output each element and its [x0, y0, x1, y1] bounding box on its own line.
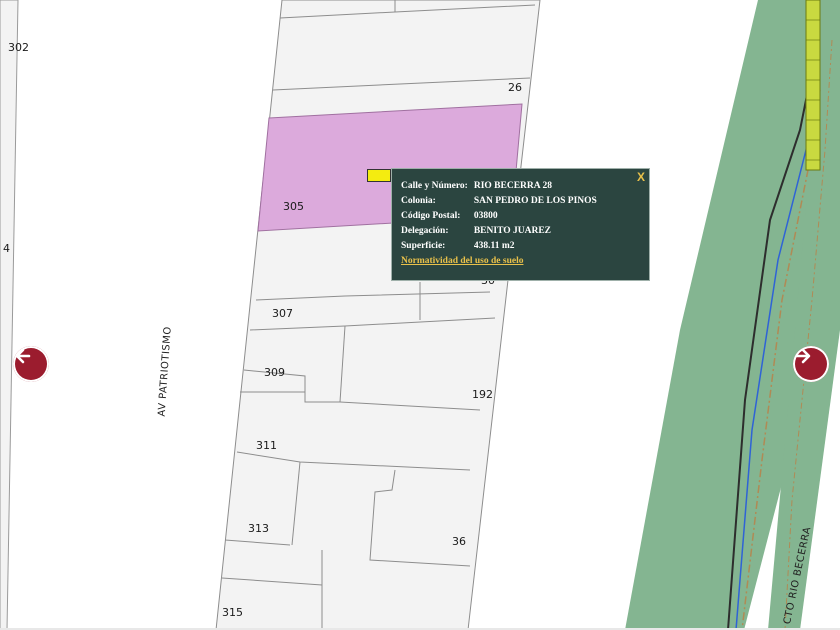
- info-row: Normatividad del uso de suelo: [401, 254, 597, 269]
- info-value: 03800: [473, 211, 498, 221]
- map-canvas[interactable]: 302 26 305 307 309 192 311 313 36 315 30…: [0, 0, 840, 630]
- info-value: BENITO JUAREZ: [473, 226, 552, 236]
- pan-left-button[interactable]: [13, 346, 49, 382]
- info-value: SAN PEDRO DE LOS PINOS: [473, 196, 597, 206]
- location-marker[interactable]: [367, 169, 391, 182]
- property-info-table: Calle y Número: RIO BECERRA 28 Colonia: …: [401, 179, 597, 269]
- info-key: Superficie:: [401, 241, 446, 251]
- land-use-link[interactable]: Normatividad del uso de suelo: [401, 256, 523, 266]
- lot-label-315: 315: [222, 606, 243, 619]
- info-value: 438.11 m2: [473, 241, 515, 251]
- lot-label-313: 313: [248, 522, 269, 535]
- arrow-left-icon: [15, 348, 31, 364]
- info-key: Colonia:: [401, 196, 436, 206]
- close-button[interactable]: X: [637, 170, 645, 184]
- info-row: Delegación: BENITO JUAREZ: [401, 224, 597, 239]
- info-key: Delegación:: [401, 226, 449, 236]
- lot-label-305: 305: [283, 200, 304, 213]
- info-key: Código Postal:: [401, 211, 461, 221]
- lot-label-192: 192: [472, 388, 493, 401]
- info-row: Superficie: 438.11 m2: [401, 239, 597, 254]
- lot-label-309: 309: [264, 366, 285, 379]
- lot-label-302: 302: [8, 41, 29, 54]
- lot-label-311: 311: [256, 439, 277, 452]
- lot-label-36: 36: [452, 535, 466, 548]
- info-popup: X Calle y Número: RIO BECERRA 28 Colonia…: [391, 168, 650, 281]
- lot-label-26: 26: [508, 81, 522, 94]
- map-layer: [0, 0, 840, 630]
- info-row: Colonia: SAN PEDRO DE LOS PINOS: [401, 194, 597, 209]
- info-row: Calle y Número: RIO BECERRA 28: [401, 179, 597, 194]
- info-row: Código Postal: 03800: [401, 209, 597, 224]
- info-value: RIO BECERRA 28: [473, 181, 552, 191]
- pan-right-button[interactable]: [793, 346, 829, 382]
- info-key: Calle y Número:: [401, 181, 468, 191]
- arrow-right-icon: [795, 348, 811, 364]
- lot-label-307: 307: [272, 307, 293, 320]
- lot-label-4: 4: [3, 242, 10, 255]
